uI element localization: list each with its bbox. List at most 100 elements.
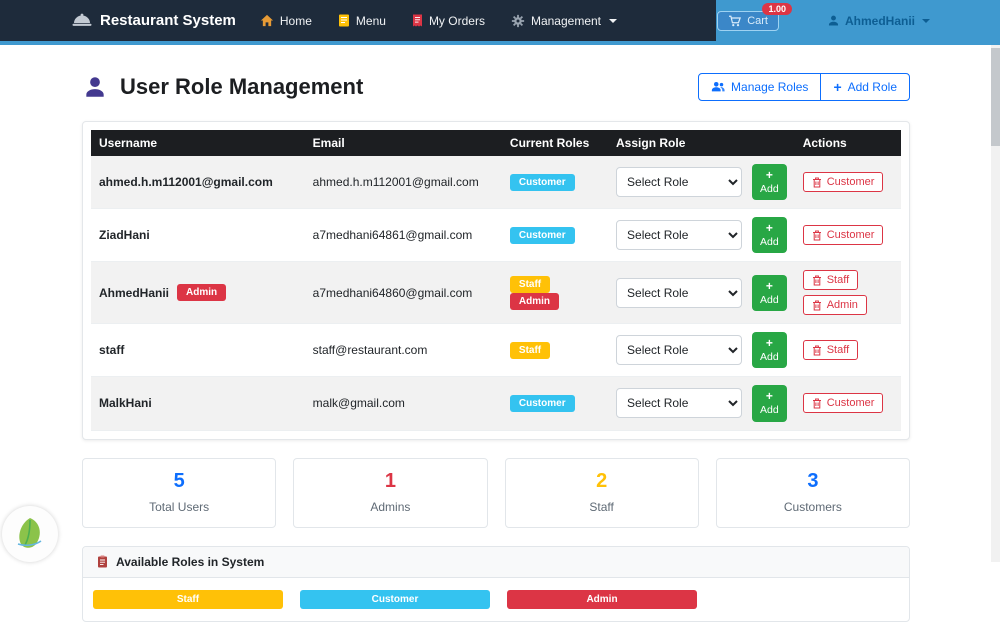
table-row: MalkHani malk@gmail.com Customer Select … [91,376,901,431]
stat-card-total-users: 5 Total Users [82,457,277,528]
table-row: ahmed.h.m112001@gmail.com ahmed.h.m11200… [91,156,901,210]
brand[interactable]: Restaurant System [72,12,236,29]
column-header-actions: Actions [794,130,901,156]
top-navbar: Restaurant System Home Menu My Orders Ma… [0,0,1000,45]
role-pill-admin: Admin [507,589,697,609]
add-role-submit-button[interactable]: + Add [752,164,787,201]
site-logo-watermark [2,506,58,562]
nav-home[interactable]: Home [260,14,312,28]
user-roles-table: Username Email Current Roles Assign Role… [91,130,901,431]
plus-icon: + [765,389,773,404]
row-email: staff@restaurant.com [312,343,428,358]
remove-role-button[interactable]: Staff [802,270,859,291]
leaf-logo-icon [17,518,42,548]
cart-icon [728,15,742,27]
stat-card-customers: 3 Customers [715,457,910,528]
remove-role-button[interactable]: Customer [802,225,884,246]
assign-role-select[interactable]: Select Role [616,167,743,198]
nav-management[interactable]: Management [511,14,617,28]
add-role-submit-button[interactable]: + Add [752,332,787,369]
nav-menu[interactable]: Menu [338,14,386,28]
row-email: a7medhani64861@gmail.com [312,228,473,243]
role-badge-customer: Customer [509,226,575,244]
assign-role-select[interactable]: Select Role [616,220,743,251]
stat-label: Admins [370,499,411,514]
header-actions: Manage Roles + Add Role [698,73,910,101]
row-email: a7medhani64860@gmail.com [312,285,473,300]
user-menu[interactable]: AhmedHanii [827,14,930,28]
cart-button[interactable]: 1.00 Cart [717,2,792,31]
manage-roles-label: Manage Roles [731,80,809,94]
assign-role-select[interactable]: Select Role [616,277,743,308]
add-role-label: Add Role [847,80,897,94]
row-email: ahmed.h.m112001@gmail.com [312,175,479,190]
add-role-submit-button[interactable]: + Add [752,274,787,311]
remove-role-button[interactable]: Customer [802,172,884,193]
user-icon [827,14,840,27]
available-roles-card: Available Roles in System Staff Customer… [82,545,910,622]
stat-value: 1 [384,469,396,492]
add-role-submit-button[interactable]: + Add [752,217,787,254]
table-row: ZiadHani a7medhani64861@gmail.com Custom… [91,208,901,263]
column-header-username: Username [91,130,305,156]
add-role-submit-button[interactable]: + Add [752,385,787,422]
nav-management-label: Management [530,13,601,28]
stat-label: Total Users [149,499,210,514]
brand-title: Restaurant System [100,12,236,29]
row-username: ahmed.h.m112001@gmail.com [99,175,273,190]
gear-icon [511,14,525,28]
table-header-row: Username Email Current Roles Assign Role… [91,130,901,156]
chevron-down-icon [609,18,617,23]
trash-icon [812,275,822,286]
row-username: staff [99,343,125,358]
role-badge-customer: Customer [509,394,575,412]
admin-name-badge: Admin [177,284,227,302]
main-content: User Role Management Manage Roles + Add … [82,73,910,622]
stat-card-staff: 2 Staff [504,457,699,528]
remove-role-button[interactable]: Customer [802,393,884,414]
trash-icon [812,177,822,188]
assign-role-select[interactable]: Select Role [616,335,743,366]
manage-roles-button[interactable]: Manage Roles [698,73,822,101]
row-email: malk@gmail.com [312,396,405,411]
stat-label: Staff [589,499,614,514]
role-badge-staff: Staff [509,275,551,293]
stat-value: 5 [173,469,185,492]
remove-role-button[interactable]: Staff [802,340,859,361]
trash-icon [812,230,822,241]
plus-icon: + [765,336,773,351]
user-role-title-icon [82,74,108,100]
role-badge-staff: Staff [509,341,551,359]
add-role-button[interactable]: + Add Role [820,73,910,101]
row-username: AhmedHanii [99,285,170,300]
orders-receipt-icon [412,14,423,27]
chevron-down-icon [922,18,930,23]
restaurant-logo-icon [72,13,92,28]
nav-my-orders-label: My Orders [428,13,485,28]
nav-home-label: Home [279,13,312,28]
assign-role-select[interactable]: Select Role [616,388,743,419]
column-header-email: Email [304,130,502,156]
cart-label: Cart [747,14,768,27]
role-pill-staff: Staff [93,589,283,609]
stat-card-admins: 1 Admins [293,457,488,528]
row-username: ZiadHani [99,228,150,243]
menu-book-icon [338,14,350,27]
people-icon [711,81,725,93]
role-pill-customer: Customer [300,589,490,609]
trash-icon [812,345,822,356]
role-badge-admin: Admin [509,292,560,310]
plus-icon: + [765,221,773,236]
trash-icon [812,398,822,409]
vertical-scrollbar[interactable] [991,45,1000,562]
home-icon [260,14,274,27]
row-username: MalkHani [99,396,152,411]
nav-my-orders[interactable]: My Orders [412,14,485,28]
stat-label: Customers [783,499,842,514]
stat-value: 2 [596,469,608,492]
remove-role-button[interactable]: Admin [802,295,867,316]
plus-icon: + [765,278,773,293]
user-roles-table-card: Username Email Current Roles Assign Role… [82,121,910,440]
scrollbar-thumb[interactable] [991,48,1000,146]
table-row: AhmedHanii Admin a7medhani64860@gmail.co… [91,261,901,325]
